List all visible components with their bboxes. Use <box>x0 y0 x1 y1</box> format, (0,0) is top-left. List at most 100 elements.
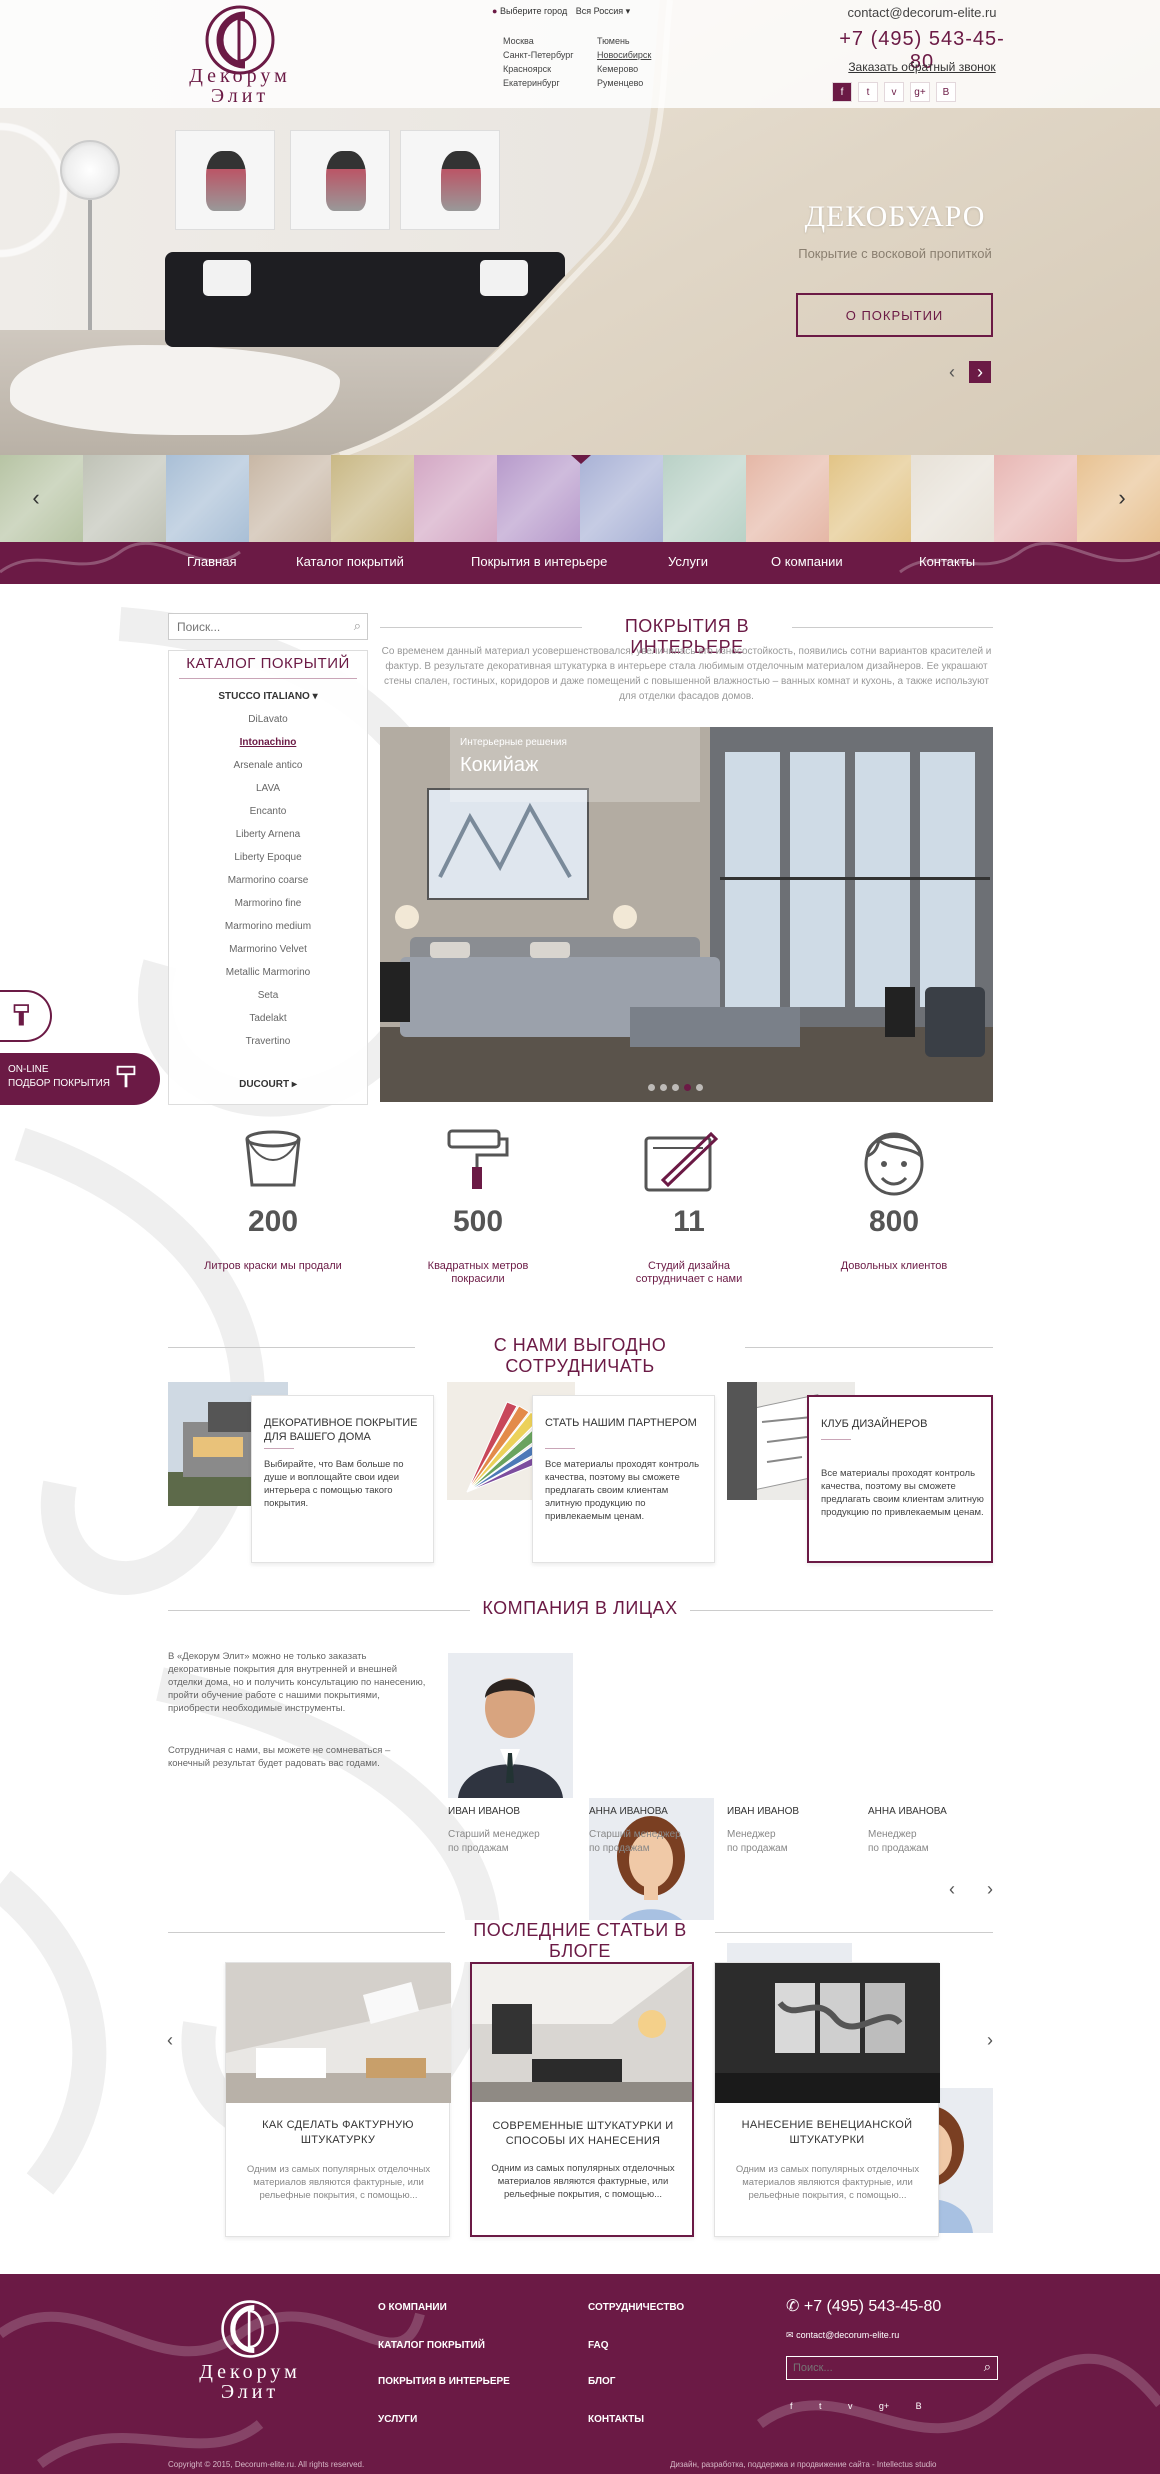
color-swatch[interactable] <box>497 455 581 542</box>
catalog-item[interactable]: Arsenale antico <box>169 754 367 777</box>
catalog-group[interactable]: DUCOURT ▸ <box>169 1073 367 1096</box>
slide-dot[interactable] <box>672 1084 679 1091</box>
catalog-item[interactable]: Marmorino coarse <box>169 869 367 892</box>
catalog-item[interactable]: LAVA <box>169 777 367 800</box>
color-swatch[interactable] <box>662 455 746 542</box>
about-coating-button[interactable]: О ПОКРЫТИИ <box>796 293 993 337</box>
benefit-card[interactable]: СТАТЬ НАШИМ ПАРТНЕРОМ Все материалы прох… <box>532 1395 715 1563</box>
header-email[interactable]: contact@decorum-elite.ru <box>832 5 1012 20</box>
color-swatch[interactable] <box>414 455 498 542</box>
catalog-item[interactable]: Tadelakt <box>169 1007 367 1030</box>
blog-title[interactable]: СОВРЕМЕННЫЕ ШТУКАТУРКИ И СПОСОБЫ ИХ НАНЕ… <box>484 2119 682 2149</box>
footer-link-faq[interactable]: FAQ <box>588 2340 609 2351</box>
blogger-icon[interactable]: B <box>916 2401 922 2411</box>
footer-credits[interactable]: Дизайн, разработка, поддержка и продвиже… <box>670 2460 936 2469</box>
swatch-prev-arrow[interactable]: ‹ <box>26 485 46 511</box>
catalog-group[interactable]: STUCCO ITALIANO ▾ <box>169 685 367 708</box>
slide-dot[interactable] <box>684 1084 691 1091</box>
region-select[interactable]: Вся Россия <box>576 6 623 16</box>
color-swatch[interactable] <box>745 455 829 542</box>
catalog-item[interactable]: Liberty Arnena <box>169 823 367 846</box>
color-swatch[interactable] <box>82 455 166 542</box>
logo-text[interactable]: Декорум Элит <box>175 66 305 106</box>
catalog-item[interactable]: Travertino <box>169 1030 367 1053</box>
facebook-icon[interactable]: f <box>790 2401 793 2411</box>
nav-catalog[interactable]: Каталог покрытий <box>296 554 404 569</box>
nav-services[interactable]: Услуги <box>668 554 708 569</box>
twitter-icon[interactable]: t <box>819 2401 822 2411</box>
nav-contacts[interactable]: Контакты <box>919 554 975 569</box>
footer-link-services[interactable]: УСЛУГИ <box>378 2414 417 2425</box>
blog-card[interactable]: НАНЕСЕНИЕ ВЕНЕЦИАНСКОЙ ШТУКАТУРКИ Одним … <box>714 1962 940 2237</box>
footer-link-blog[interactable]: БЛОГ <box>588 2376 615 2387</box>
hero-prev-arrow[interactable]: ‹ <box>941 361 963 383</box>
search-icon[interactable]: ⌕ <box>354 618 361 634</box>
color-swatch[interactable] <box>331 455 415 542</box>
color-swatch[interactable] <box>911 455 995 542</box>
blog-title[interactable]: КАК СДЕЛАТЬ ФАКТУРНУЮ ШТУКАТУРКУ <box>238 2118 438 2148</box>
team-next-arrow[interactable]: › <box>980 1878 1000 1900</box>
color-swatch[interactable] <box>994 455 1078 542</box>
catalog-item[interactable]: Liberty Epoque <box>169 846 367 869</box>
city-link[interactable]: Кемерово <box>597 62 672 76</box>
slide-dot[interactable] <box>696 1084 703 1091</box>
google-plus-icon[interactable]: g+ <box>910 82 930 102</box>
blog-next-arrow[interactable]: › <box>980 2029 1000 2051</box>
color-swatch[interactable] <box>165 455 249 542</box>
slide-dot[interactable] <box>648 1084 655 1091</box>
interior-slideshow[interactable]: Интерьерные решения Кокийаж <box>380 727 993 1102</box>
city-link[interactable]: Тюмень <box>597 34 672 48</box>
swatch-next-arrow[interactable]: › <box>1112 485 1132 511</box>
footer-logo-icon[interactable] <box>220 2299 280 2359</box>
slide-dot[interactable] <box>660 1084 667 1091</box>
footer-link-contacts[interactable]: КОНТАКТЫ <box>588 2414 644 2425</box>
hero-next-arrow[interactable]: › <box>969 361 991 383</box>
twitter-icon[interactable]: t <box>858 82 878 102</box>
online-picker-button[interactable]: ON-LINE ПОДБОР ПОКРЫТИЯ <box>0 1053 160 1105</box>
blog-card[interactable]: КАК СДЕЛАТЬ ФАКТУРНУЮ ШТУКАТУРКУ Одним и… <box>225 1962 451 2237</box>
footer-phone-row[interactable]: ✆ +7 (495) 543-45-80 <box>786 2296 941 2316</box>
catalog-item[interactable]: Marmorino fine <box>169 892 367 915</box>
city-link[interactable]: Новосибирск <box>597 48 672 62</box>
nav-home[interactable]: Главная <box>187 554 236 569</box>
color-swatch[interactable] <box>580 455 663 542</box>
footer-link-partnership[interactable]: СОТРУДНИЧЕСТВО <box>588 2302 684 2313</box>
catalog-item[interactable]: Seta <box>169 984 367 1007</box>
color-swatch[interactable] <box>248 455 332 542</box>
blog-title[interactable]: НАНЕСЕНИЕ ВЕНЕЦИАНСКОЙ ШТУКАТУРКИ <box>727 2118 927 2148</box>
city-link[interactable]: Красноярск <box>503 62 593 76</box>
brush-tab[interactable] <box>0 990 52 1042</box>
blogger-icon[interactable]: B <box>936 82 956 102</box>
city-link[interactable]: Руменцево <box>597 76 672 90</box>
blog-prev-arrow[interactable]: ‹ <box>160 2029 180 2051</box>
facebook-icon[interactable]: f <box>832 82 852 102</box>
footer-link-interior[interactable]: ПОКРЫТИЯ В ИНТЕРЬЕРЕ <box>378 2376 510 2387</box>
footer-link-catalog[interactable]: КАТАЛОГ ПОКРЫТИЙ <box>378 2340 485 2351</box>
city-link[interactable]: Москва <box>503 34 593 48</box>
callback-link[interactable]: Заказать обратный звонок <box>832 60 1012 74</box>
blog-card-highlighted[interactable]: СОВРЕМЕННЫЕ ШТУКАТУРКИ И СПОСОБЫ ИХ НАНЕ… <box>470 1962 694 2237</box>
team-prev-arrow[interactable]: ‹ <box>942 1878 962 1900</box>
google-plus-icon[interactable]: g+ <box>879 2401 889 2411</box>
city-link[interactable]: Екатеринбург <box>503 76 593 90</box>
search-icon[interactable]: ⌕ <box>984 2359 991 2375</box>
city-selector[interactable]: ● Выберите город Вся Россия ▾ <box>492 6 652 17</box>
nav-about[interactable]: О компании <box>771 554 843 569</box>
footer-link-about[interactable]: О КОМПАНИИ <box>378 2302 447 2313</box>
color-swatch[interactable] <box>828 455 912 542</box>
catalog-item[interactable]: Intonachino <box>169 731 367 754</box>
catalog-item[interactable]: Marmorino Velvet <box>169 938 367 961</box>
vk-icon[interactable]: v <box>848 2401 853 2411</box>
catalog-item[interactable]: Marmorino medium <box>169 915 367 938</box>
footer-email-row[interactable]: ✉ contact@decorum-elite.ru <box>786 2330 899 2341</box>
vk-icon[interactable]: v <box>884 82 904 102</box>
benefit-card[interactable]: ДЕКОРАТИВНОЕ ПОКРЫТИЕ ДЛЯ ВАШЕГО ДОМА Вы… <box>251 1395 434 1563</box>
catalog-item[interactable]: DiLavato <box>169 708 367 731</box>
benefit-card-highlighted[interactable]: КЛУБ ДИЗАЙНЕРОВ Все материалы проходят к… <box>807 1395 993 1563</box>
catalog-item[interactable]: Encanto <box>169 800 367 823</box>
city-link[interactable]: Санкт-Петербург <box>503 48 593 62</box>
catalog-item[interactable]: Metallic Marmorino <box>169 961 367 984</box>
footer-search-input[interactable] <box>787 2357 967 2379</box>
search-input[interactable] <box>169 614 329 639</box>
nav-interior[interactable]: Покрытия в интерьере <box>471 554 607 569</box>
